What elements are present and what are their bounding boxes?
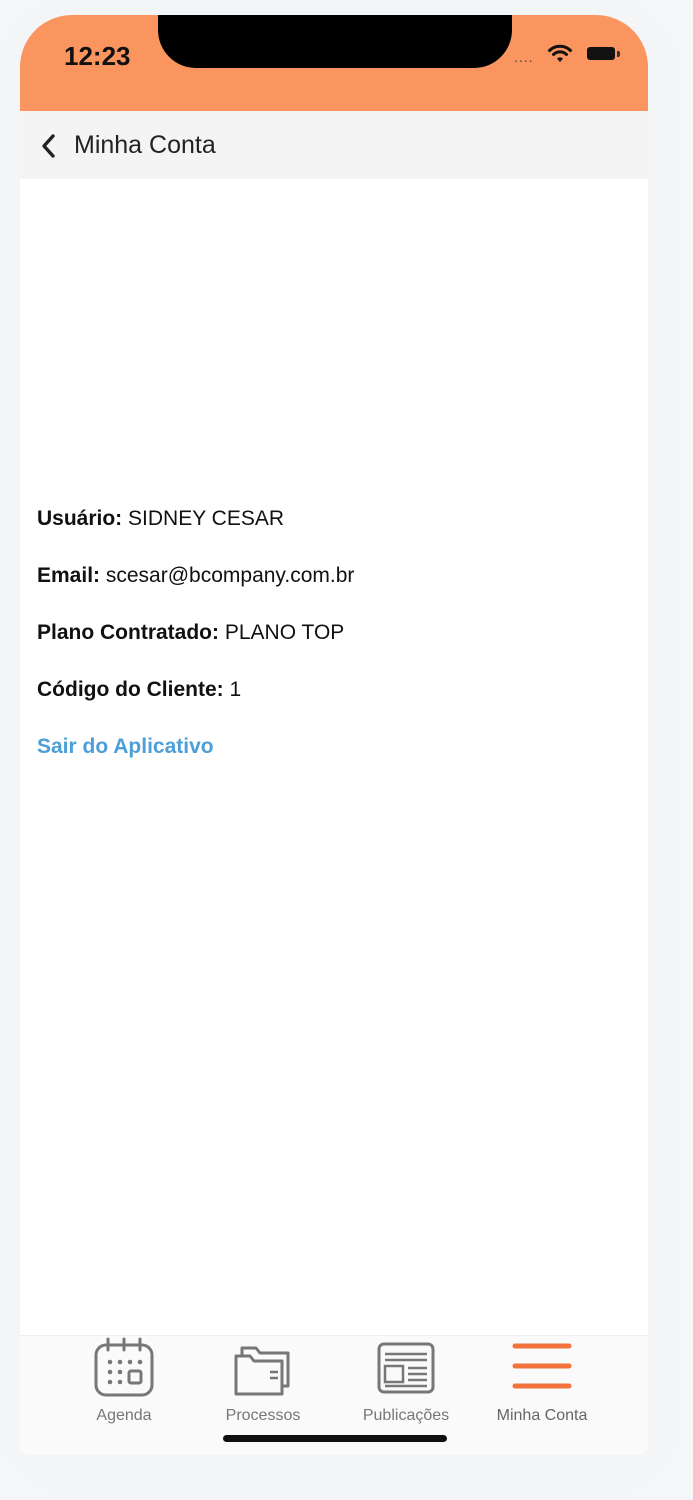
- tab-publicacoes[interactable]: Publicações: [341, 1336, 471, 1425]
- email-label: Email:: [37, 564, 101, 587]
- back-button[interactable]: Minha Conta: [38, 131, 216, 160]
- status-time: 12:23: [64, 41, 131, 71]
- menu-icon: [512, 1343, 572, 1389]
- plan-row: Plano Contratado: PLANO TOP: [37, 621, 648, 678]
- phone-frame: 12:23 .... Minha Conta Usuário: SIDNEY C…: [0, 0, 678, 1493]
- plan-label: Plano Contratado:: [37, 621, 219, 644]
- battery-tip: [617, 51, 620, 57]
- logout-link[interactable]: Sair do Aplicativo: [37, 735, 648, 759]
- home-indicator[interactable]: [223, 1435, 447, 1442]
- phone-screen: 12:23 .... Minha Conta Usuário: SIDNEY C…: [20, 15, 648, 1455]
- client-code-value: 1: [229, 678, 242, 701]
- email-row: Email: scesar@bcompany.com.br: [37, 564, 648, 621]
- folder-icon: [234, 1346, 290, 1396]
- device-notch: [158, 15, 512, 68]
- status-bar: 12:23 ....: [20, 15, 648, 111]
- plan-value: PLANO TOP: [224, 621, 345, 644]
- signal-icon: ....: [514, 49, 534, 65]
- tab-minha-conta[interactable]: Minha Conta: [477, 1336, 607, 1425]
- client-code-label: Código do Cliente:: [37, 678, 224, 701]
- calendar-icon: [94, 1337, 154, 1397]
- tab-agenda-label: Agenda: [96, 1407, 152, 1424]
- page-title: Minha Conta: [74, 131, 216, 159]
- user-value: SIDNEY CESAR: [128, 507, 285, 530]
- account-details: Usuário: SIDNEY CESAR Email: scesar@bcom…: [37, 507, 648, 759]
- battery-icon: [587, 47, 615, 60]
- user-label: Usuário:: [37, 507, 123, 530]
- tab-processos[interactable]: Processos: [198, 1336, 328, 1425]
- wifi-icon: [548, 44, 572, 62]
- tab-processos-label: Processos: [225, 1407, 301, 1424]
- tab-minha-conta-label: Minha Conta: [496, 1407, 588, 1424]
- newspaper-icon: [377, 1342, 435, 1394]
- tab-agenda[interactable]: Agenda: [59, 1336, 189, 1425]
- email-value: scesar@bcompany.com.br: [105, 564, 355, 587]
- chevron-left-icon: [42, 133, 55, 158]
- tab-publicacoes-label: Publicações: [362, 1407, 450, 1424]
- client-code-row: Código do Cliente: 1: [37, 678, 648, 735]
- user-row: Usuário: SIDNEY CESAR: [37, 507, 648, 564]
- navigation-bar: Minha Conta: [20, 111, 648, 179]
